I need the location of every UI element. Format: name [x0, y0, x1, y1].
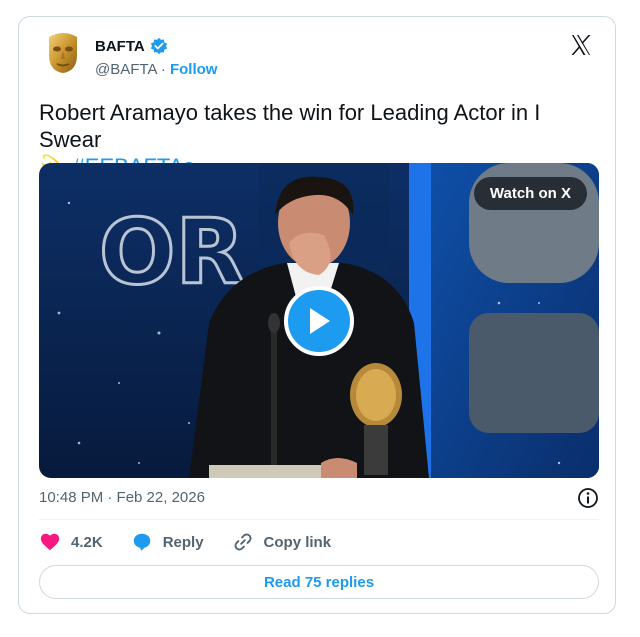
info-icon[interactable]	[577, 487, 599, 509]
account-handle[interactable]: @BAFTA	[95, 61, 157, 78]
account-name-row: BAFTA	[95, 37, 168, 55]
action-bar: 4.2K Reply Copy link	[39, 531, 359, 553]
copy-link-label: Copy link	[263, 533, 332, 551]
link-icon	[234, 533, 252, 551]
play-button[interactable]	[284, 286, 354, 356]
x-logo-icon[interactable]	[569, 33, 593, 57]
handle-row: @BAFTA · Follow	[95, 61, 217, 78]
like-count: 4.2K	[71, 533, 103, 551]
reply-bubble-icon	[133, 533, 150, 551]
reply-label: Reply	[162, 533, 204, 551]
timestamp[interactable]: 10:48 PM · Feb 22, 2026	[39, 489, 205, 506]
account-name[interactable]: BAFTA	[95, 38, 145, 55]
follow-button[interactable]: Follow	[170, 61, 218, 78]
avatar[interactable]	[41, 31, 85, 75]
like-button[interactable]: 4.2K	[39, 531, 103, 553]
bafta-mask-icon	[49, 33, 77, 73]
svg-text:OR: OR	[99, 200, 245, 305]
copy-link-button[interactable]: Copy link	[232, 531, 332, 553]
tweet-body: Robert Aramayo takes the win for Leading…	[39, 100, 541, 152]
watch-on-x-button[interactable]: Watch on X	[473, 177, 587, 210]
timestamp-row: 10:48 PM · Feb 22, 2026	[39, 487, 599, 509]
play-icon	[310, 308, 330, 334]
tweet-card: BAFTA @BAFTA · Follow Robert Aramayo tak…	[18, 16, 616, 614]
verified-badge-icon	[150, 37, 167, 55]
reply-button[interactable]: Reply	[131, 531, 204, 553]
separator: ·	[160, 61, 166, 78]
heart-icon	[40, 533, 60, 551]
divider	[39, 519, 599, 520]
read-replies-button[interactable]: Read 75 replies	[39, 565, 599, 599]
video-media[interactable]: OR Watch on X	[39, 163, 599, 478]
